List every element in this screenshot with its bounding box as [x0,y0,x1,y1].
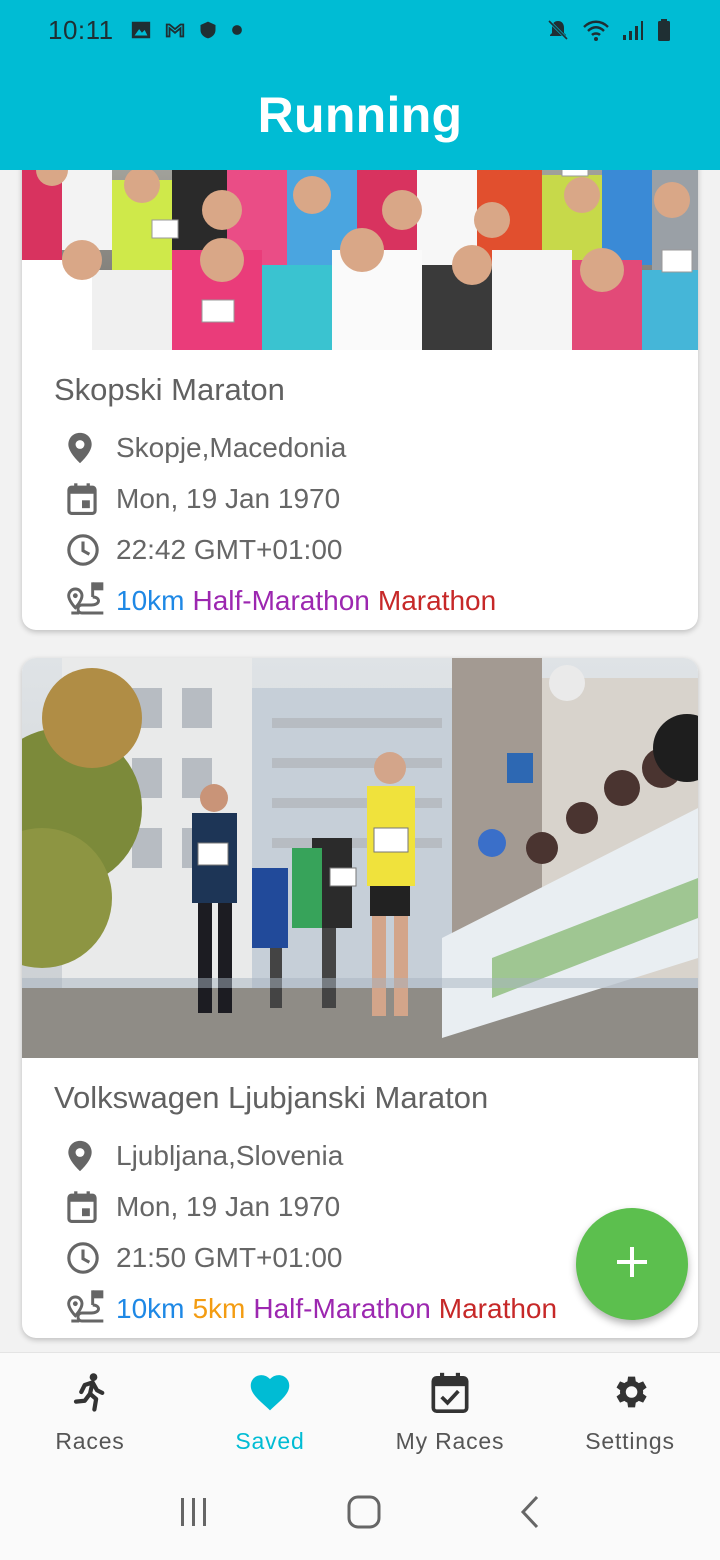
race-location-row: Skopje,Macedonia [54,422,666,473]
race-time: 22:42 GMT+01:00 [116,533,343,565]
distance-10km-tag: 10km [116,584,185,616]
wifi-icon [582,18,610,42]
nav-item-saved[interactable]: Saved [180,1353,360,1468]
race-date: Mon, 19 Jan 1970 [116,1190,341,1222]
app-bar: Running [0,60,720,170]
clock-icon [54,533,116,567]
mute-icon [546,18,570,42]
gmail-icon [164,19,186,41]
calendar-icon [54,1190,116,1224]
nav-item-my-races[interactable]: My Races [360,1353,540,1468]
race-photo [22,658,698,1058]
nav-label: My Races [395,1428,505,1454]
distance-5km-tag: 5km [192,1292,246,1324]
system-navigation-bar [0,1468,720,1560]
route-icon [54,581,116,621]
nav-label: Races [55,1428,125,1454]
race-title: Volkswagen Ljubjanski Maraton [54,1080,489,1115]
page-title: Running [257,87,463,143]
race-date-row: Mon, 19 Jan 1970 [54,473,666,524]
plus-icon [615,1245,649,1284]
nav-item-settings[interactable]: Settings [540,1353,720,1468]
race-time: 21:50 GMT+01:00 [116,1241,343,1273]
nav-label: Settings [585,1428,675,1454]
calendar-check-icon [430,1371,470,1418]
nav-label: Saved [235,1428,305,1454]
status-bar: 10:11 [0,0,720,60]
calendar-icon [54,482,116,516]
signal-icon [622,18,644,42]
back-icon[interactable] [518,1494,542,1535]
bottom-navigation: Races Saved My Races Settings [0,1352,720,1468]
location-pin-icon [54,431,116,465]
route-icon [54,1289,116,1329]
gear-icon [609,1371,651,1418]
distance-half-marathon-tag: Half-Marathon [253,1292,431,1324]
race-date-row: Mon, 19 Jan 1970 [54,1181,666,1232]
heart-icon [248,1371,292,1418]
location-pin-icon [54,1139,116,1173]
runner-icon [69,1371,111,1418]
image-icon [130,19,152,41]
distance-10km-tag: 10km [116,1292,185,1324]
race-date: Mon, 19 Jan 1970 [116,482,341,514]
race-photo [22,170,698,350]
distance-half-marathon-tag: Half-Marathon [192,584,370,616]
race-list[interactable]: Skopski Maraton Skopje,Macedonia Mon, 19… [0,170,720,1352]
race-time-row: 22:42 GMT+01:00 [54,524,666,575]
race-title: Skopski Maraton [54,372,285,407]
race-card[interactable]: Skopski Maraton Skopje,Macedonia Mon, 19… [22,170,698,630]
nav-item-races[interactable]: Races [0,1353,180,1468]
race-distances-row: 10km 5km Half-Marathon Marathon [54,1283,666,1334]
race-distances-row: 10km Half-Marathon Marathon [54,575,666,626]
shield-icon [198,19,218,41]
battery-icon [656,18,672,42]
home-icon[interactable] [346,1494,382,1535]
dot-icon [230,23,244,37]
recent-apps-icon[interactable] [178,1496,210,1533]
race-location: Skopje,Macedonia [116,431,347,463]
distance-marathon-tag: Marathon [377,584,497,616]
distance-marathon-tag: Marathon [438,1292,558,1324]
race-time-row: 21:50 GMT+01:00 [54,1232,666,1283]
add-race-button[interactable] [576,1208,688,1320]
status-time: 10:11 [48,14,114,45]
clock-icon [54,1241,116,1275]
race-location-row: Ljubljana,Slovenia [54,1130,666,1181]
race-location: Ljubljana,Slovenia [116,1139,344,1171]
